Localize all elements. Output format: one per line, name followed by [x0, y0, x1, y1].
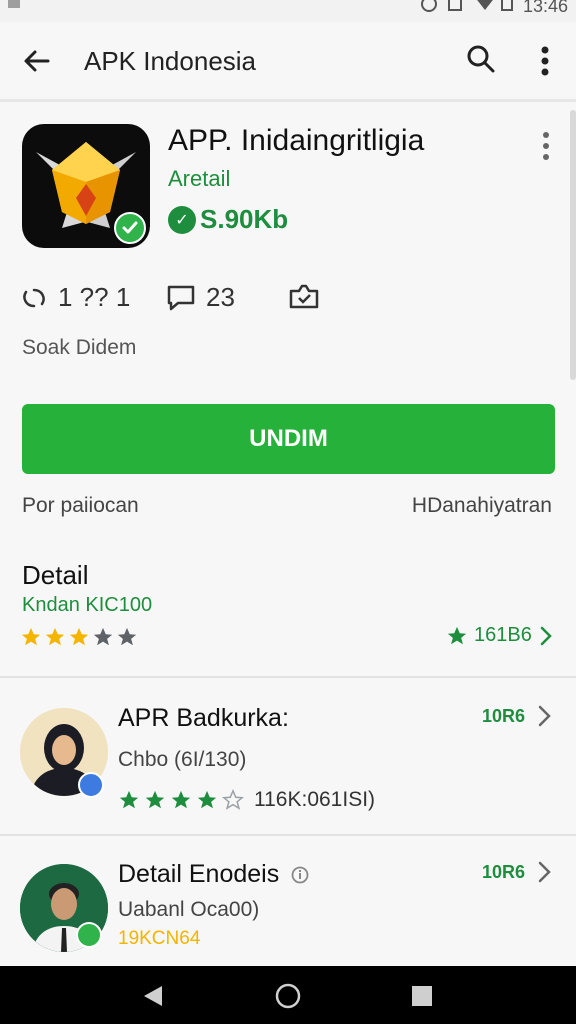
app-bar: APK Indonesia	[0, 22, 576, 102]
status-icons	[420, 0, 516, 12]
battery-icon	[498, 0, 516, 12]
app-size: ✓ S.90Kb	[168, 204, 288, 235]
star-full-icon	[145, 790, 165, 809]
signal-icon	[472, 0, 493, 12]
chevron-right-icon[interactable]	[534, 860, 554, 884]
detail-title: Detail	[22, 560, 89, 590]
star-full-icon	[21, 627, 41, 646]
review-subtitle: Uabanl Oca00)	[118, 898, 260, 921]
detail-stars	[20, 626, 138, 648]
review-author: Detail Enodeis	[118, 860, 310, 889]
sub-row-right[interactable]: HDanahiyatran	[412, 494, 552, 518]
review-score: 116K:061ISI)	[254, 788, 376, 811]
star-full-icon	[171, 790, 191, 809]
app-header: APP. Inidaingritligia Aretail ✓ S.90Kb	[0, 110, 576, 270]
more-vert-icon[interactable]	[530, 42, 560, 80]
notification-icon	[8, 0, 20, 8]
alarm-icon	[420, 0, 438, 12]
star-full-icon	[69, 627, 89, 646]
app-icon[interactable]	[22, 124, 150, 248]
user-badge-icon	[76, 922, 102, 948]
info-icon[interactable]	[290, 865, 310, 885]
app-category[interactable]: Aretail	[168, 166, 230, 192]
review-author-text: Detail Enodeis	[118, 860, 280, 888]
star-empty-icon	[117, 627, 137, 646]
content-rating-stat[interactable]	[288, 282, 320, 310]
review-author: APR Badkurka:	[118, 704, 289, 732]
badge-icon	[289, 284, 319, 309]
list-item[interactable]: APR Badkurka: Chbo (6I/130) 10R6 116K:06…	[0, 680, 576, 836]
size-check-icon: ✓	[168, 205, 196, 234]
sim-icon	[446, 0, 464, 12]
chevron-right-icon[interactable]	[534, 704, 554, 728]
stats-row: 1 ?? 1 23	[0, 278, 576, 326]
installs-stat: 1 ?? 1	[20, 282, 130, 313]
review-stars: 116K:061ISI)	[118, 788, 375, 812]
reviews-stat[interactable]: 23	[166, 282, 235, 313]
review-note: 19KCN64	[118, 928, 201, 949]
nav-home-icon[interactable]	[274, 982, 302, 1010]
status-bar: 13:46	[0, 0, 576, 22]
nav-recents-icon[interactable]	[410, 984, 434, 1008]
stats-caption: Soak Didem	[22, 336, 137, 359]
installs-count: 1 ?? 1	[58, 282, 131, 312]
star-full-icon	[119, 790, 139, 809]
detail-rating-label: 161B6	[474, 624, 532, 646]
star-full-icon	[45, 627, 65, 646]
comment-icon	[167, 285, 195, 310]
detail-subtitle: Kndan KIC100	[22, 594, 153, 616]
sub-row-left[interactable]: Por paiiocan	[22, 494, 139, 518]
review-meta: 10R6	[482, 862, 526, 882]
install-button[interactable]: UNDIM	[22, 404, 555, 474]
more-vert-icon[interactable]	[536, 128, 556, 164]
user-badge-icon	[78, 772, 104, 798]
search-icon[interactable]	[464, 42, 498, 76]
reviews-count: 23	[206, 282, 235, 312]
install-sub-row: Por paiiocan HDanahiyatran	[22, 494, 552, 518]
star-empty-icon	[222, 789, 244, 810]
chevron-right-icon	[540, 626, 552, 645]
star-icon	[447, 626, 467, 644]
detail-section[interactable]: Detail Kndan KIC100 161B6	[0, 556, 576, 678]
detail-rating[interactable]: 161B6	[446, 624, 554, 647]
page-title: APK Indonesia	[84, 46, 257, 76]
back-arrow-icon[interactable]	[20, 44, 54, 78]
app-name: APP. Inidaingritligia	[168, 124, 425, 157]
star-full-icon	[197, 790, 217, 809]
download-icon	[23, 288, 45, 307]
system-nav-bar	[0, 966, 576, 1024]
status-time: 13:46	[522, 0, 568, 16]
review-meta: 10R6	[482, 706, 526, 726]
nav-back-icon[interactable]	[140, 983, 166, 1009]
star-empty-icon	[93, 627, 113, 646]
app-size-text: S.90Kb	[200, 204, 289, 234]
verified-badge-icon	[114, 212, 146, 244]
review-subtitle: Chbo (6I/130)	[118, 748, 247, 771]
